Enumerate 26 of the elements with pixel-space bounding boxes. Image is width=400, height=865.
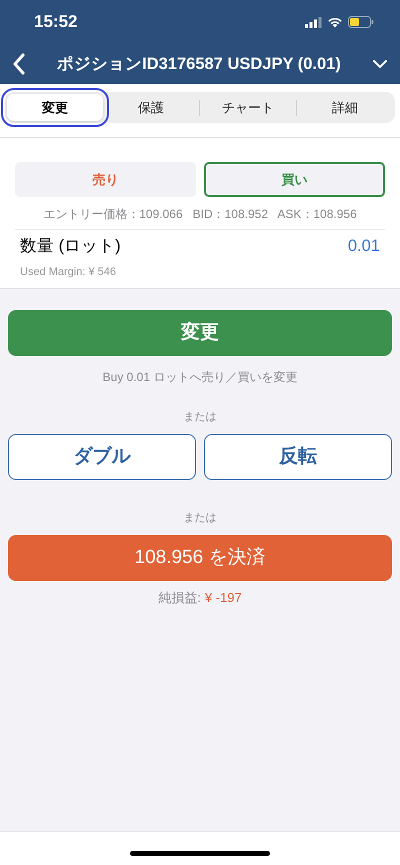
wifi-icon	[327, 16, 343, 28]
back-icon[interactable]	[12, 53, 26, 75]
segment-tab[interactable]: チャート	[200, 94, 296, 121]
used-margin: Used Margin: ¥ 546	[20, 266, 116, 278]
pnl-value: ¥ -197	[204, 588, 242, 607]
segment-tab[interactable]: 保護	[103, 94, 199, 121]
battery-icon	[348, 16, 374, 28]
side-button[interactable]: 買い	[204, 162, 385, 197]
segment-tab[interactable]: 変更	[7, 94, 103, 121]
quantity-label: 数量 (ロット)	[20, 236, 121, 257]
segment-tab[interactable]: 詳細	[297, 94, 393, 121]
or-label: または	[184, 512, 216, 524]
price-info: エントリー価格：109.066 BID：108.952 ASK：108.956	[42, 206, 358, 223]
status-time: 15:52	[34, 11, 78, 34]
modify-caption: Buy 0.01 ロットへ売り／買いを変更	[102, 370, 298, 384]
action-button[interactable]: ダブル	[8, 434, 196, 480]
or-label: または	[184, 410, 216, 423]
pnl-label: 純損益:	[158, 588, 201, 607]
chevron-down-icon[interactable]	[372, 59, 388, 69]
close-position-button[interactable]: 108.956 を決済	[8, 534, 392, 581]
action-button[interactable]: 反転	[204, 434, 392, 480]
quantity-value[interactable]: 0.01	[348, 234, 380, 259]
screen-title: ポジションID3176587 USDJPY (0.01)	[57, 54, 341, 75]
signal-icon	[305, 16, 322, 28]
side-button[interactable]: 売り	[15, 162, 196, 197]
modify-button[interactable]: 変更	[8, 310, 392, 356]
